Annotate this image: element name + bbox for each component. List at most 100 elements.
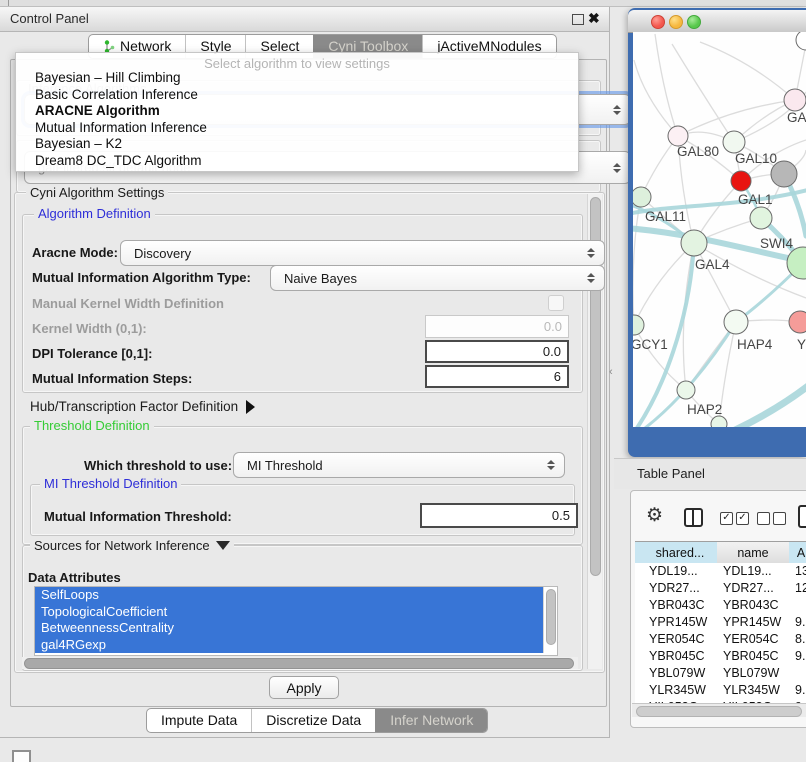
column-header[interactable]: name	[717, 542, 790, 564]
attribute-list-item[interactable]: SelfLoops	[35, 587, 557, 604]
table-row[interactable]: YDR27...YDR27...12	[635, 580, 806, 597]
partial-frame-icon[interactable]	[798, 505, 806, 528]
mi-steps-field[interactable]: 6	[425, 365, 569, 388]
network-edge[interactable]	[634, 60, 678, 136]
which-threshold-label: Which threshold to use:	[84, 458, 232, 473]
network-edge[interactable]	[641, 136, 678, 197]
network-edge[interactable]	[633, 197, 641, 325]
sources-group-title-row[interactable]: Sources for Network Inference	[30, 538, 234, 553]
network-node[interactable]	[731, 171, 751, 191]
float-panel-icon[interactable]	[572, 14, 584, 25]
checked-checkbox-icon[interactable]: ✓	[720, 512, 733, 525]
table-cell: YDL19...	[649, 563, 715, 580]
network-node[interactable]	[724, 310, 748, 334]
which-threshold-combobox[interactable]: MI Threshold	[233, 452, 565, 478]
mi-threshold-group-title: MI Threshold Definition	[40, 477, 181, 491]
mi-threshold-field[interactable]: 0.5	[420, 503, 578, 528]
mi-algorithm-type-combobox[interactable]: Naive Bayes	[270, 265, 605, 291]
aracne-mode-combobox[interactable]: Discovery	[120, 240, 605, 266]
attributes-list-scrollbar[interactable]	[543, 587, 557, 653]
tab-discretize-data[interactable]: Discretize Data	[251, 709, 375, 732]
table-cell: YBR045C	[649, 648, 715, 665]
attribute-list-item[interactable]: TopologicalCoefficient	[35, 604, 557, 621]
table-row[interactable]: YPR145WYPR145W9.	[635, 614, 806, 631]
tab-impute-data[interactable]: Impute Data	[147, 709, 251, 732]
network-node[interactable]	[668, 126, 688, 146]
table-panel-body: ⚙ ✓ ✓ shared...nameA YDL19...YDL19...13Y…	[630, 490, 806, 728]
minimized-panel-icon[interactable]	[12, 750, 31, 762]
top-strip-divider	[8, 0, 9, 6]
network-graph: GALGAL80GAL10GAL1GAL11SWI4GAL4GCY1HAP4YH…	[633, 32, 806, 427]
table-cell: 12	[795, 580, 806, 597]
table-cell: YPR145W	[649, 614, 715, 631]
network-edge[interactable]	[678, 100, 795, 136]
checked-checkbox-icon[interactable]: ✓	[736, 512, 749, 525]
table-row[interactable]: YLR345WYLR345W9.	[635, 682, 806, 699]
attribute-list-item[interactable]: BetweennessCentrality	[35, 620, 557, 637]
tab-label: Impute Data	[161, 709, 237, 732]
combo-arrows-icon	[587, 273, 595, 283]
splitpane-collapse-icon[interactable]: ‹	[609, 366, 613, 378]
network-node[interactable]	[633, 187, 651, 207]
table-row[interactable]: YER054CYER054C8.	[635, 631, 806, 648]
table-horizontal-scrollbar[interactable]	[632, 703, 806, 717]
algorithm-menu-item[interactable]: Dream8 DC_TDC Algorithm	[20, 153, 574, 169]
column-split-icon[interactable]	[684, 508, 703, 527]
hub-factor-expander[interactable]: Hub/Transcription Factor Definition	[30, 399, 255, 414]
network-node[interactable]	[681, 230, 707, 256]
algorithm-menu-item[interactable]: Basic Correlation Inference	[20, 87, 574, 103]
network-node[interactable]	[723, 131, 745, 153]
kernel-width-value: 0.0	[544, 319, 562, 334]
mi-steps-value: 6	[554, 369, 561, 384]
table-cell: YBR043C	[649, 597, 715, 614]
table-cell: YBL079W	[649, 665, 715, 682]
sources-group-title: Sources for Network Inference	[34, 538, 210, 553]
close-window-icon[interactable]	[651, 15, 665, 29]
network-canvas[interactable]: GALGAL80GAL10GAL1GAL11SWI4GAL4GCY1HAP4YH…	[633, 32, 806, 427]
manual-kernel-width-checkbox[interactable]	[548, 295, 564, 311]
table-row[interactable]: YBL079WYBL079W	[635, 665, 806, 682]
network-node[interactable]	[750, 207, 772, 229]
table-row[interactable]: YDL19...YDL19...13	[635, 563, 806, 580]
tab-infer-network[interactable]: Infer Network	[375, 709, 487, 732]
data-attributes-label: Data Attributes	[28, 570, 121, 585]
kernel-width-field[interactable]: 0.0	[425, 315, 569, 338]
network-node[interactable]	[677, 381, 695, 399]
gear-icon[interactable]: ⚙	[646, 504, 663, 527]
table-panel-header: Table Panel	[614, 458, 806, 489]
data-attributes-list[interactable]: SelfLoopsTopologicalCoefficientBetweenne…	[34, 586, 558, 656]
unchecked-checkbox-icon[interactable]	[773, 512, 786, 525]
network-node[interactable]	[796, 32, 806, 50]
table-row[interactable]: YBR043CYBR043C	[635, 597, 806, 614]
network-window-titlebar[interactable]	[628, 10, 806, 33]
which-threshold-value: MI Threshold	[247, 458, 323, 473]
combo-arrows-icon	[547, 460, 555, 470]
column-header[interactable]: shared...	[643, 542, 718, 564]
close-panel-icon[interactable]: ✖	[588, 10, 600, 27]
table-cell: 9.	[795, 682, 806, 699]
table-row[interactable]: YBR045CYBR045C9.	[635, 648, 806, 665]
expander-arrow-down-icon	[216, 541, 230, 550]
control-panel-titlebar: Control Panel ✖	[0, 7, 609, 32]
algorithm-menu-item[interactable]: Mutual Information Inference	[20, 120, 574, 136]
algorithm-menu-item[interactable]: ARACNE Algorithm	[20, 103, 574, 119]
settings-horizontal-scrollbar[interactable]	[22, 657, 578, 669]
node-label: GAL10	[735, 151, 777, 166]
network-node[interactable]	[789, 311, 806, 333]
algorithm-menu-item[interactable]: Bayesian – K2	[20, 136, 574, 152]
network-node[interactable]	[633, 315, 644, 335]
zoom-window-icon[interactable]	[687, 15, 701, 29]
minimize-window-icon[interactable]	[669, 15, 683, 29]
node-label: SWI4	[760, 236, 793, 251]
apply-button[interactable]: Apply	[269, 676, 339, 699]
algorithm-menu-item[interactable]: Bayesian – Hill Climbing	[20, 70, 574, 86]
tab-label: Infer Network	[390, 709, 473, 732]
unchecked-checkbox-icon[interactable]	[757, 512, 770, 525]
network-node[interactable]	[784, 89, 806, 111]
network-edge[interactable]	[700, 42, 795, 100]
dpi-tolerance-field[interactable]: 0.0	[425, 340, 569, 363]
attribute-list-item[interactable]: gal4RGexp	[35, 637, 557, 654]
column-header[interactable]: A	[789, 542, 806, 564]
node-label: HAP4	[737, 337, 773, 352]
network-node[interactable]	[711, 416, 727, 427]
